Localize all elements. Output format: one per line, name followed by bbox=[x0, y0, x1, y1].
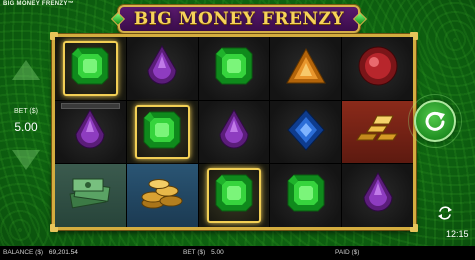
gold-bars-icon bbox=[353, 110, 403, 155]
bet-increase-button[interactable] bbox=[12, 60, 40, 80]
reel-cell bbox=[270, 100, 342, 165]
spin-button[interactable] bbox=[408, 94, 462, 148]
autoplay-button[interactable] bbox=[436, 204, 454, 222]
bet-selector[interactable]: BET ($) 5.00 bbox=[4, 60, 48, 170]
autoplay-icon bbox=[438, 206, 452, 220]
bet-label: BET ($) bbox=[14, 108, 38, 115]
paid-display: PAID ($) bbox=[335, 249, 363, 256]
reel-cell bbox=[55, 37, 126, 101]
reel-2 bbox=[126, 37, 199, 228]
green-emerald-icon bbox=[212, 171, 256, 220]
reel-cell bbox=[198, 37, 270, 101]
purple-drop-gem-icon bbox=[216, 108, 252, 157]
balance-value: 69,201.54 bbox=[48, 249, 78, 256]
balance-display: BALANCE ($) 69,201.54 bbox=[3, 249, 78, 256]
green-emerald-icon bbox=[284, 171, 328, 220]
bet-decrease-button[interactable] bbox=[12, 150, 40, 170]
game-logo: BIG MONEY FRENZY bbox=[110, 5, 368, 33]
purple-drop-gem-icon bbox=[72, 108, 108, 157]
balance-label: BALANCE ($) bbox=[3, 249, 44, 256]
money-stack-icon bbox=[65, 173, 115, 218]
status-bet-label: BET ($) bbox=[183, 249, 206, 256]
logo-gem-icon bbox=[352, 11, 368, 27]
reel-cell bbox=[126, 164, 198, 228]
status-bar: BALANCE ($) 69,201.54 BET ($) 5.00 PAID … bbox=[0, 246, 475, 260]
reel-cell bbox=[126, 37, 198, 101]
reel-frame bbox=[50, 32, 418, 232]
bet-value: 5.00 bbox=[14, 120, 38, 134]
reel-1 bbox=[55, 37, 127, 228]
purple-drop-gem-icon bbox=[360, 171, 396, 220]
green-emerald-icon bbox=[68, 44, 112, 93]
reel-3 bbox=[198, 37, 271, 228]
reel-cell bbox=[342, 37, 413, 101]
reel-cell bbox=[342, 100, 413, 165]
paid-label: PAID ($) bbox=[335, 249, 360, 256]
purple-drop-gem-icon bbox=[144, 44, 180, 93]
bet-display: BET ($) 5.00 bbox=[183, 249, 224, 256]
logo-gem-icon bbox=[110, 11, 126, 27]
gold-coins-icon bbox=[137, 173, 187, 218]
spin-ring bbox=[408, 94, 462, 148]
reel-cell bbox=[342, 164, 413, 228]
reel-cell bbox=[55, 100, 126, 165]
reel-cell bbox=[270, 37, 342, 101]
green-emerald-icon bbox=[140, 108, 184, 157]
blue-diamond-gem-icon bbox=[286, 108, 326, 157]
reel-cell bbox=[126, 100, 198, 165]
clock: 12:15 bbox=[446, 229, 469, 239]
reel-4 bbox=[270, 37, 343, 228]
logo-text: BIG MONEY FRENZY bbox=[133, 9, 345, 29]
reels-grid bbox=[55, 37, 413, 228]
status-bet-value: 5.00 bbox=[211, 249, 224, 256]
reel-cell bbox=[198, 100, 270, 165]
green-emerald-icon bbox=[212, 44, 256, 93]
game-title: BIG MONEY FRENZY™ bbox=[3, 1, 74, 7]
reel-5 bbox=[342, 37, 413, 228]
orange-triangle-gem-icon bbox=[284, 46, 328, 91]
reel-cell bbox=[270, 164, 342, 228]
reel-cell bbox=[55, 164, 126, 228]
red-round-gem-icon bbox=[356, 44, 400, 93]
reel-cell bbox=[198, 164, 270, 228]
